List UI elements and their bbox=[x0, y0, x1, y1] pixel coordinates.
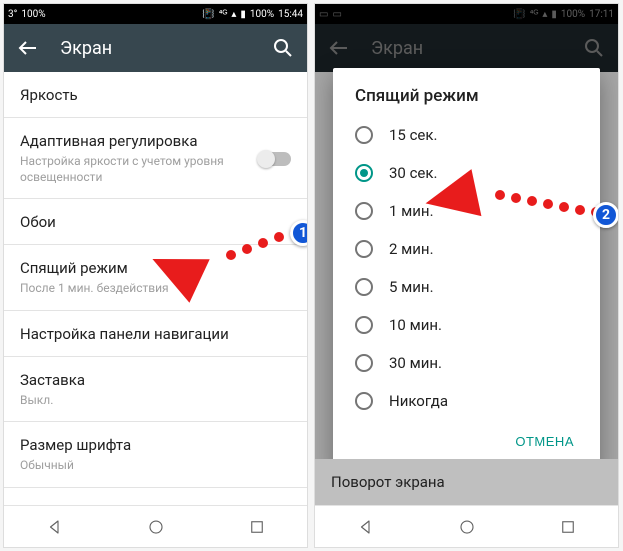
status-time: 15:44 bbox=[278, 9, 303, 20]
row-rotate-dimmed: Поворот экрана bbox=[315, 459, 618, 505]
row-label: Настройка панели навигации bbox=[20, 325, 291, 343]
status-pct-left: 100% bbox=[21, 9, 45, 20]
vibrate-icon: 📳 bbox=[202, 9, 214, 20]
sleep-dialog: Спящий режим 15 сек. 30 сек. 1 мин. 2 мин. 5… bbox=[333, 68, 600, 471]
settings-list: Яркость Адаптивная регулировка Настройка… bbox=[4, 72, 307, 534]
cancel-button[interactable]: ОТМЕНА bbox=[505, 426, 584, 457]
battery-icon: ▮ bbox=[240, 9, 246, 20]
nav-recent-icon[interactable] bbox=[248, 518, 266, 536]
radio-icon bbox=[355, 392, 373, 410]
radio-option[interactable]: Никогда bbox=[333, 382, 600, 420]
row-sublabel: После 1 мин. бездействия bbox=[20, 281, 291, 297]
radio-label: 30 мин. bbox=[389, 354, 442, 372]
annotation-badge-2: 2 bbox=[593, 202, 619, 228]
radio-icon bbox=[355, 202, 373, 220]
row-sleep[interactable]: Спящий режим После 1 мин. бездействия bbox=[4, 245, 307, 311]
radio-icon bbox=[355, 164, 373, 182]
radio-option[interactable]: 10 мин. bbox=[333, 306, 600, 344]
radio-label: 15 сек. bbox=[389, 126, 437, 144]
appbar: Экран bbox=[4, 24, 307, 72]
status-pct-right: 100% bbox=[250, 9, 274, 20]
row-label: Спящий режим bbox=[20, 259, 291, 277]
radio-option[interactable]: 30 сек. bbox=[333, 154, 600, 192]
radio-icon bbox=[355, 240, 373, 258]
radio-label: 30 сек. bbox=[389, 164, 437, 182]
row-daydream[interactable]: Заставка Выкл. bbox=[4, 357, 307, 423]
radio-label: Никогда bbox=[389, 392, 448, 410]
radio-option[interactable]: 1 мин. bbox=[333, 192, 600, 230]
radio-list: 15 сек. 30 сек. 1 мин. 2 мин. 5 мин. 10 мин. 3… bbox=[333, 116, 600, 420]
navbar bbox=[315, 505, 618, 547]
radio-label: 10 мин. bbox=[389, 316, 442, 334]
row-sublabel: Настройка яркости с учетом уровня освеще… bbox=[20, 154, 259, 185]
radio-icon bbox=[355, 316, 373, 334]
row-wallpaper[interactable]: Обои bbox=[4, 199, 307, 245]
row-brightness[interactable]: Яркость bbox=[4, 72, 307, 118]
signal-4g-icon: ⁴ᴳ bbox=[219, 9, 228, 20]
row-label: Размер шрифта bbox=[20, 436, 291, 454]
row-adaptive-brightness[interactable]: Адаптивная регулировка Настройка яркости… bbox=[4, 118, 307, 199]
row-label: Заставка bbox=[20, 371, 291, 389]
row-label: Яркость bbox=[20, 86, 291, 104]
statusbar: 3° 100% 📳 ⁴ᴳ ▴ ▮ 100% 15:44 bbox=[4, 4, 307, 24]
radio-option[interactable]: 2 мин. bbox=[333, 230, 600, 268]
row-navigationbar[interactable]: Настройка панели навигации bbox=[4, 311, 307, 357]
radio-icon bbox=[355, 126, 373, 144]
back-icon[interactable] bbox=[16, 36, 40, 60]
radio-label: 2 мин. bbox=[389, 240, 434, 258]
radio-icon bbox=[355, 354, 373, 372]
radio-label: 1 мин. bbox=[389, 202, 434, 220]
dialog-title: Спящий режим bbox=[333, 86, 600, 116]
nav-home-icon[interactable] bbox=[458, 518, 476, 536]
adaptive-switch[interactable] bbox=[259, 152, 291, 166]
phone-screen-2: ▭ ▭ 📳 ⁴ᴳ ▴ ▮ 100% 17:11 Экран Спящий реж… bbox=[314, 3, 619, 548]
radio-icon bbox=[355, 278, 373, 296]
signal-icon: ▴ bbox=[231, 9, 236, 20]
status-temp: 3° bbox=[8, 9, 17, 20]
radio-option[interactable]: 5 мин. bbox=[333, 268, 600, 306]
nav-recent-icon[interactable] bbox=[559, 518, 577, 536]
nav-home-icon[interactable] bbox=[147, 518, 165, 536]
page-title: Экран bbox=[60, 38, 271, 59]
radio-option[interactable]: 30 мин. bbox=[333, 344, 600, 382]
row-label: Обои bbox=[20, 213, 291, 231]
nav-back-icon[interactable] bbox=[357, 518, 375, 536]
row-sublabel: Обычный bbox=[20, 458, 291, 474]
search-icon[interactable] bbox=[271, 36, 295, 60]
row-label: Адаптивная регулировка bbox=[20, 132, 259, 150]
phone-screen-1: 3° 100% 📳 ⁴ᴳ ▴ ▮ 100% 15:44 Экран Яркост… bbox=[3, 3, 308, 548]
nav-back-icon[interactable] bbox=[46, 518, 64, 536]
row-sublabel: Выкл. bbox=[20, 393, 291, 409]
row-fontsize[interactable]: Размер шрифта Обычный bbox=[4, 422, 307, 488]
navbar bbox=[4, 505, 307, 547]
radio-option[interactable]: 15 сек. bbox=[333, 116, 600, 154]
radio-label: 5 мин. bbox=[389, 278, 434, 296]
